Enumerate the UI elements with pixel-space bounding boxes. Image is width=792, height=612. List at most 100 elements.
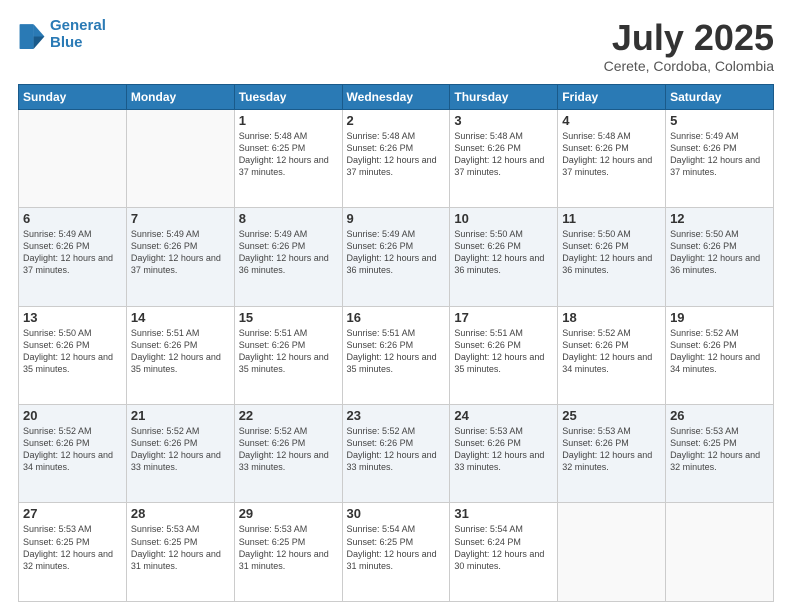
logo-text: General Blue	[50, 18, 106, 51]
day-number: 4	[562, 113, 661, 128]
col-sunday: Sunday	[19, 84, 127, 109]
col-monday: Monday	[126, 84, 234, 109]
day-number: 29	[239, 506, 338, 521]
day-info: Sunrise: 5:53 AMSunset: 6:26 PMDaylight:…	[562, 425, 661, 474]
calendar-cell: 26Sunrise: 5:53 AMSunset: 6:25 PMDayligh…	[666, 405, 774, 503]
day-info: Sunrise: 5:53 AMSunset: 6:25 PMDaylight:…	[239, 523, 338, 572]
calendar-cell: 8Sunrise: 5:49 AMSunset: 6:26 PMDaylight…	[234, 208, 342, 306]
day-info: Sunrise: 5:50 AMSunset: 6:26 PMDaylight:…	[454, 228, 553, 277]
col-friday: Friday	[558, 84, 666, 109]
day-number: 7	[131, 211, 230, 226]
calendar-cell: 17Sunrise: 5:51 AMSunset: 6:26 PMDayligh…	[450, 306, 558, 404]
calendar-cell: 19Sunrise: 5:52 AMSunset: 6:26 PMDayligh…	[666, 306, 774, 404]
day-number: 15	[239, 310, 338, 325]
calendar-cell: 14 Sunrise: 5:51 AMSunset: 6:26 PMDayligh…	[126, 306, 234, 404]
day-number: 21	[131, 408, 230, 423]
day-number: 2	[347, 113, 446, 128]
day-info: Sunrise: 5:49 AMSunset: 6:26 PMDaylight:…	[131, 228, 230, 277]
day-info: Sunrise: 5:50 AMSunset: 6:26 PMDaylight:…	[23, 327, 122, 376]
calendar-cell: 20 Sunrise: 5:52 AMSunset: 6:26 PMDayligh…	[19, 405, 127, 503]
calendar-cell: 29 Sunrise: 5:53 AMSunset: 6:25 PMDayligh…	[234, 503, 342, 602]
day-number: 16	[347, 310, 446, 325]
day-info: Sunrise: 5:54 AMSunset: 6:25 PMDaylight:…	[347, 523, 446, 572]
calendar-cell: 7 Sunrise: 5:49 AMSunset: 6:26 PMDaylight…	[126, 208, 234, 306]
calendar-week-row: 27 Sunrise: 5:53 AMSunset: 6:25 PMDayligh…	[19, 503, 774, 602]
day-number: 26	[670, 408, 769, 423]
title-block: July 2025 Cerete, Cordoba, Colombia	[604, 18, 774, 74]
day-number: 14	[131, 310, 230, 325]
day-info: Sunrise: 5:52 AMSunset: 6:26 PMDaylight:…	[131, 425, 230, 474]
calendar-cell: 2 Sunrise: 5:48 AMSunset: 6:26 PMDaylight…	[342, 109, 450, 207]
calendar-cell: 4 Sunrise: 5:48 AMSunset: 6:26 PMDaylight…	[558, 109, 666, 207]
calendar-week-row: 20 Sunrise: 5:52 AMSunset: 6:26 PMDayligh…	[19, 405, 774, 503]
day-number: 31	[454, 506, 553, 521]
col-thursday: Thursday	[450, 84, 558, 109]
day-info: Sunrise: 5:49 AMSunset: 6:26 PMDaylight:…	[23, 228, 122, 277]
calendar-week-row: 1 Sunrise: 5:48 AMSunset: 6:25 PMDaylight…	[19, 109, 774, 207]
calendar-cell: 23Sunrise: 5:52 AMSunset: 6:26 PMDayligh…	[342, 405, 450, 503]
day-number: 23	[347, 408, 446, 423]
day-number: 19	[670, 310, 769, 325]
calendar: Sunday Monday Tuesday Wednesday Thursday…	[18, 84, 774, 602]
calendar-cell: 9Sunrise: 5:49 AMSunset: 6:26 PMDaylight…	[342, 208, 450, 306]
day-info: Sunrise: 5:48 AMSunset: 6:26 PMDaylight:…	[347, 130, 446, 179]
day-info: Sunrise: 5:53 AMSunset: 6:25 PMDaylight:…	[23, 523, 122, 572]
calendar-cell	[558, 503, 666, 602]
day-number: 30	[347, 506, 446, 521]
calendar-cell: 31 Sunrise: 5:54 AMSunset: 6:24 PMDayligh…	[450, 503, 558, 602]
day-info: Sunrise: 5:48 AMSunset: 6:26 PMDaylight:…	[454, 130, 553, 179]
day-number: 27	[23, 506, 122, 521]
calendar-cell: 13 Sunrise: 5:50 AMSunset: 6:26 PMDayligh…	[19, 306, 127, 404]
calendar-week-row: 13 Sunrise: 5:50 AMSunset: 6:26 PMDayligh…	[19, 306, 774, 404]
day-info: Sunrise: 5:51 AMSunset: 6:26 PMDaylight:…	[131, 327, 230, 376]
calendar-week-row: 6Sunrise: 5:49 AMSunset: 6:26 PMDaylight…	[19, 208, 774, 306]
calendar-cell: 5Sunrise: 5:49 AMSunset: 6:26 PMDaylight…	[666, 109, 774, 207]
day-info: Sunrise: 5:50 AMSunset: 6:26 PMDaylight:…	[562, 228, 661, 277]
calendar-cell: 30 Sunrise: 5:54 AMSunset: 6:25 PMDayligh…	[342, 503, 450, 602]
day-number: 28	[131, 506, 230, 521]
day-info: Sunrise: 5:54 AMSunset: 6:24 PMDaylight:…	[454, 523, 553, 572]
day-info: Sunrise: 5:48 AMSunset: 6:25 PMDaylight:…	[239, 130, 338, 179]
calendar-cell: 16 Sunrise: 5:51 AMSunset: 6:26 PMDayligh…	[342, 306, 450, 404]
calendar-cell	[126, 109, 234, 207]
calendar-cell: 3 Sunrise: 5:48 AMSunset: 6:26 PMDaylight…	[450, 109, 558, 207]
logo: General Blue	[18, 18, 106, 51]
day-number: 25	[562, 408, 661, 423]
logo-blue: Blue	[50, 34, 83, 51]
calendar-cell: 24Sunrise: 5:53 AMSunset: 6:26 PMDayligh…	[450, 405, 558, 503]
day-info: Sunrise: 5:52 AMSunset: 6:26 PMDaylight:…	[23, 425, 122, 474]
calendar-cell: 28 Sunrise: 5:53 AMSunset: 6:25 PMDayligh…	[126, 503, 234, 602]
day-number: 1	[239, 113, 338, 128]
calendar-cell: 15 Sunrise: 5:51 AMSunset: 6:26 PMDayligh…	[234, 306, 342, 404]
day-number: 13	[23, 310, 122, 325]
calendar-cell	[666, 503, 774, 602]
day-number: 12	[670, 211, 769, 226]
calendar-cell: 18 Sunrise: 5:52 AMSunset: 6:26 PMDayligh…	[558, 306, 666, 404]
subtitle: Cerete, Cordoba, Colombia	[604, 58, 774, 74]
day-number: 9	[347, 211, 446, 226]
day-info: Sunrise: 5:52 AMSunset: 6:26 PMDaylight:…	[239, 425, 338, 474]
calendar-cell: 25 Sunrise: 5:53 AMSunset: 6:26 PMDayligh…	[558, 405, 666, 503]
calendar-header-row: Sunday Monday Tuesday Wednesday Thursday…	[19, 84, 774, 109]
day-number: 10	[454, 211, 553, 226]
day-info: Sunrise: 5:53 AMSunset: 6:25 PMDaylight:…	[131, 523, 230, 572]
day-number: 20	[23, 408, 122, 423]
page: General Blue July 2025 Cerete, Cordoba, …	[0, 0, 792, 612]
calendar-cell: 6Sunrise: 5:49 AMSunset: 6:26 PMDaylight…	[19, 208, 127, 306]
calendar-cell: 1 Sunrise: 5:48 AMSunset: 6:25 PMDaylight…	[234, 109, 342, 207]
day-number: 3	[454, 113, 553, 128]
day-info: Sunrise: 5:51 AMSunset: 6:26 PMDaylight:…	[239, 327, 338, 376]
day-info: Sunrise: 5:48 AMSunset: 6:26 PMDaylight:…	[562, 130, 661, 179]
day-info: Sunrise: 5:51 AMSunset: 6:26 PMDaylight:…	[347, 327, 446, 376]
day-number: 18	[562, 310, 661, 325]
calendar-cell	[19, 109, 127, 207]
day-number: 22	[239, 408, 338, 423]
day-number: 11	[562, 211, 661, 226]
day-info: Sunrise: 5:53 AMSunset: 6:26 PMDaylight:…	[454, 425, 553, 474]
day-info: Sunrise: 5:49 AMSunset: 6:26 PMDaylight:…	[239, 228, 338, 277]
calendar-cell: 27 Sunrise: 5:53 AMSunset: 6:25 PMDayligh…	[19, 503, 127, 602]
col-wednesday: Wednesday	[342, 84, 450, 109]
col-saturday: Saturday	[666, 84, 774, 109]
calendar-cell: 11 Sunrise: 5:50 AMSunset: 6:26 PMDayligh…	[558, 208, 666, 306]
day-info: Sunrise: 5:52 AMSunset: 6:26 PMDaylight:…	[562, 327, 661, 376]
